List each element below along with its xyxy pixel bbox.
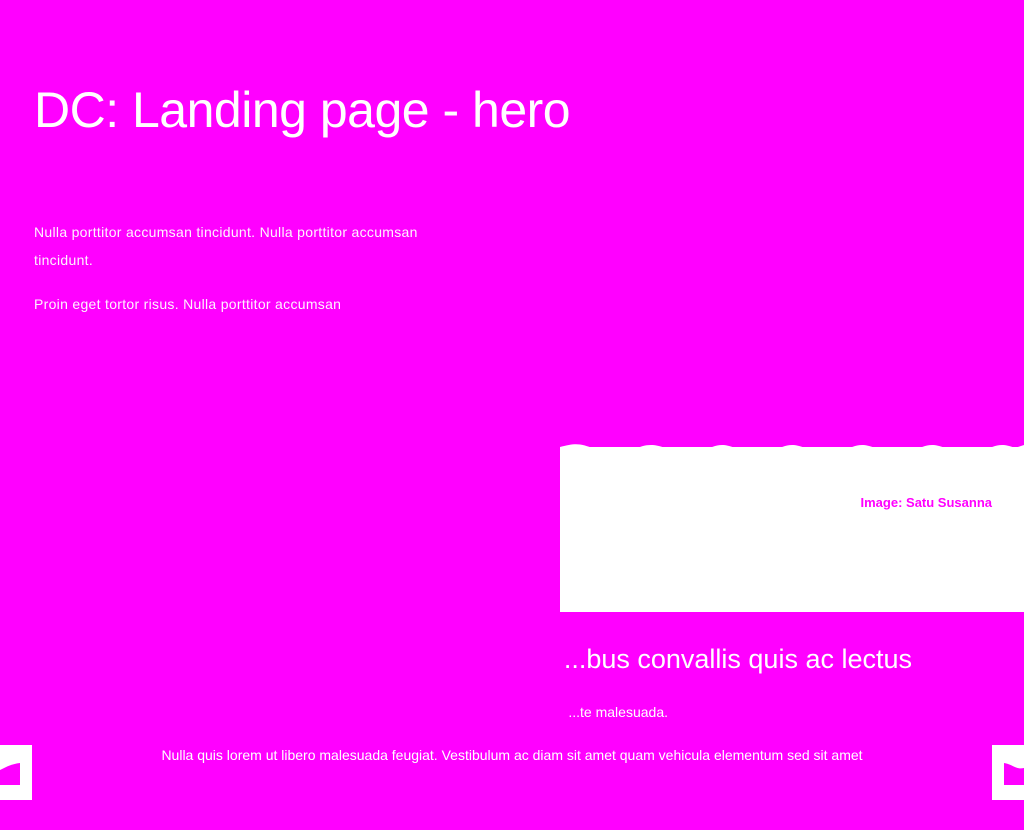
section-title: ...bus convallis quis ac lectus xyxy=(563,644,912,674)
wave-divider xyxy=(560,444,1024,460)
section-subtitle: ...te malesuada. xyxy=(568,704,668,720)
image-credit: Imag xyxy=(0,803,31,818)
image-credit: Image: Satu Susanna xyxy=(860,495,992,510)
content-section xyxy=(0,612,992,745)
hero-paragraph: Proin eget tortor risus. Nulla porttitor… xyxy=(34,296,342,312)
hero-paragraph: Nulla porttitor accumsan tincidunt. Null… xyxy=(34,224,418,268)
section-body: Nulla quis lorem ut libero malesuada feu… xyxy=(161,747,863,763)
hero-title: DC: Landing page - hero xyxy=(34,82,571,138)
hero-image-area xyxy=(560,447,1024,612)
